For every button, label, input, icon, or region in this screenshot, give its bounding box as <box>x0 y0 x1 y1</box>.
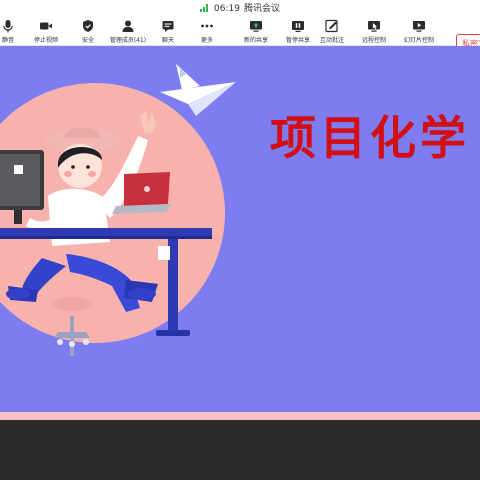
annotate-icon <box>325 19 338 33</box>
slide-title: 项目化学 <box>270 111 470 165</box>
video-camera-icon <box>40 22 52 30</box>
window-title-bar: 06:19 腾讯会议 <box>0 0 480 14</box>
video-panel-area <box>0 420 480 480</box>
more-dots-icon <box>201 24 213 28</box>
slideshow-control-label: 幻灯片控制 <box>403 37 434 44</box>
clock-time: 06:19 <box>214 4 240 14</box>
signal-icon <box>200 4 209 12</box>
more-button[interactable]: 更多 <box>192 14 222 46</box>
mic-icon <box>3 20 13 33</box>
members-icon <box>122 20 134 32</box>
chat-button[interactable]: 聊天 <box>153 14 183 46</box>
chat-icon <box>162 21 174 32</box>
security-button[interactable]: 安全 <box>73 14 103 46</box>
stop-video-label: 停止视频 <box>33 37 58 44</box>
meeting-toolbar: 静音 停止视频 安全 管理成员(41) 聊天 更多 新的共享 暂停共享 互动批注… <box>0 14 480 54</box>
remote-control-label: 远程控制 <box>361 37 386 44</box>
more-label: 更多 <box>200 37 213 44</box>
pause-icon <box>292 21 304 32</box>
manage-members-button[interactable]: 管理成员(41) <box>104 14 152 46</box>
remote-control-button[interactable]: 远程控制 <box>357 14 391 46</box>
stop-video-button[interactable]: 停止视频 <box>28 14 64 46</box>
manage-members-label: 管理成员(41) <box>109 37 147 44</box>
new-share-button[interactable]: 新的共享 <box>238 14 274 46</box>
security-label: 安全 <box>81 37 94 44</box>
mute-label: 静音 <box>1 37 14 44</box>
mute-button[interactable]: 静音 <box>0 14 26 46</box>
slide-bottom-border <box>0 412 480 420</box>
annotate-label: 互动批注 <box>319 37 344 44</box>
app-title: 腾讯会议 <box>243 4 280 14</box>
shared-slide: 项目化学 <box>0 46 480 412</box>
pause-share-button[interactable]: 暂停共享 <box>281 14 315 46</box>
new-share-label: 新的共享 <box>243 37 268 44</box>
shield-icon <box>83 20 93 32</box>
remote-control-icon <box>368 21 380 32</box>
slideshow-control-button[interactable]: 幻灯片控制 <box>400 14 438 46</box>
share-screen-icon <box>250 21 262 32</box>
pause-share-label: 暂停共享 <box>285 37 310 44</box>
illustration <box>0 64 236 356</box>
annotate-button[interactable]: 互动批注 <box>315 14 349 46</box>
chat-label: 聊天 <box>161 37 174 44</box>
slideshow-icon <box>413 21 425 32</box>
